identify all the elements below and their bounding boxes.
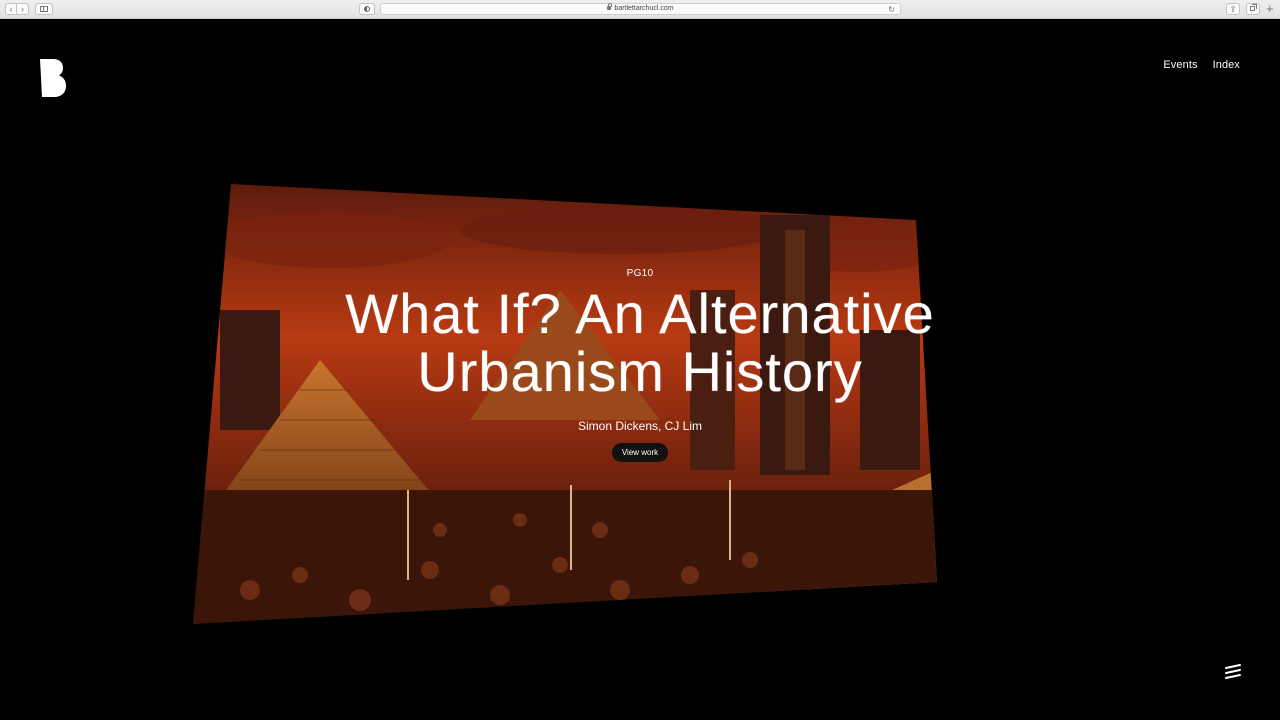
project-title: What If? An Alternative Urbanism History	[290, 285, 990, 401]
main-nav: Events Index	[1163, 59, 1240, 71]
stack-menu-icon[interactable]	[1224, 663, 1242, 681]
project-authors: Simon Dickens, CJ Lim	[577, 419, 703, 433]
programme-tag: PG10	[626, 268, 654, 279]
nav-index-link[interactable]: Index	[1213, 59, 1240, 71]
title-line-1: What If? An Alternative	[345, 282, 935, 345]
title-line-2: Urbanism History	[417, 340, 863, 403]
bartlett-b-logo[interactable]	[40, 59, 66, 97]
view-work-button[interactable]: View work	[611, 443, 669, 462]
nav-events-link[interactable]: Events	[1163, 59, 1197, 71]
hero-content: PG10 What If? An Alternative Urbanism Hi…	[290, 268, 990, 462]
